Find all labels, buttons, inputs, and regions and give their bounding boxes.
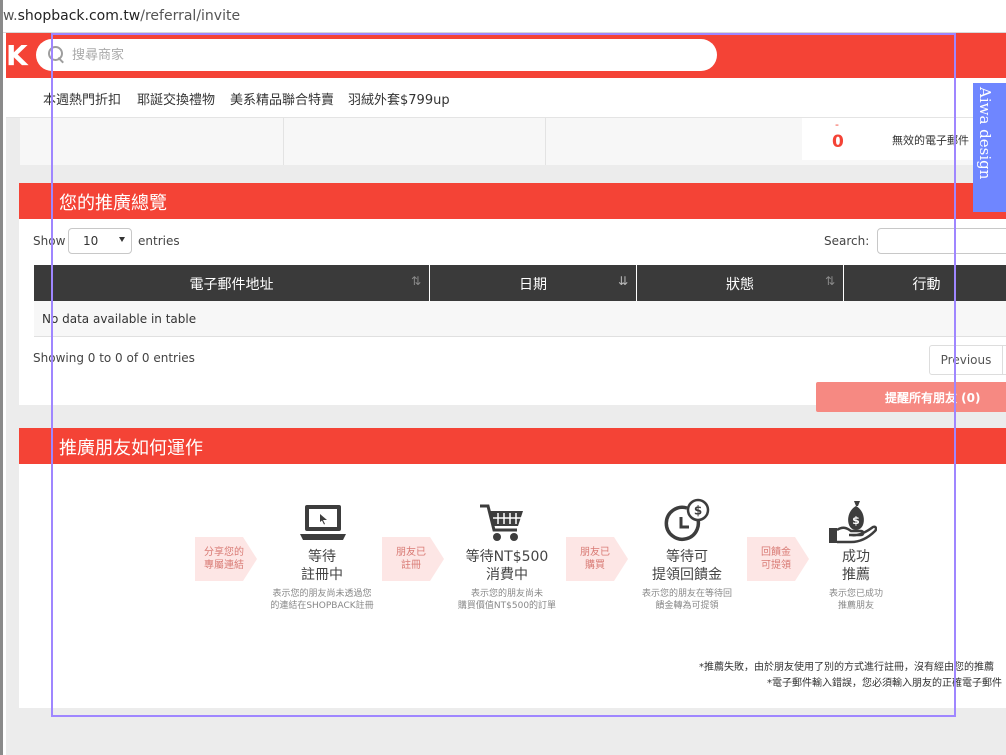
referral-overview-panel: 您的推廣總覽 Show 10 entries Search: 電子郵件地址 ⇅ 日… <box>19 183 1006 412</box>
step-success: 成功 推薦 表示您已成功 推薦朋友 <box>828 549 883 611</box>
flow-arrow: 分享您的 專屬連結 <box>195 537 259 581</box>
flow-arrow: 朋友已 註冊 <box>382 537 446 581</box>
show-label: Show <box>33 234 66 248</box>
search-input[interactable] <box>72 44 692 66</box>
sort-icon: ⇅ <box>824 274 835 288</box>
web-page: K 本週熱門折扣 耶誕交換禮物 美系精品聯合特賣 羽絨外套$799up - 0 … <box>6 33 1006 755</box>
column-date[interactable]: 日期 ⇊ <box>430 265 637 301</box>
step-waiting-withdrawable: 等待可 提領回饋金 表示您的朋友在等待回 饋金轉為可提領 <box>641 549 732 611</box>
nav-item-weekly-deals[interactable]: 本週熱門折扣 <box>43 89 121 108</box>
promo-nav: 本週熱門折扣 耶誕交換禮物 美系精品聯合特賣 羽絨外套$799up <box>6 78 1006 118</box>
remind-all-friends-button[interactable]: 提醒所有朋友 (0) <box>816 382 1006 412</box>
laptop-icon <box>300 505 346 540</box>
table-search-label: Search: <box>824 234 870 248</box>
svg-text:$: $ <box>694 504 702 518</box>
stat-marker: - <box>835 118 839 131</box>
table-info: Showing 0 to 0 of 0 entries <box>33 351 195 365</box>
note-email-error: *電子郵件輸入錯誤，您必須輸入朋友的正確電子郵件 <box>767 678 1002 689</box>
step-waiting-purchase: 等待NT$500 消費中 表示您的朋友尚未 購買價值NT$500的訂單 <box>457 549 557 611</box>
table-search-input[interactable] <box>877 228 1006 254</box>
step-waiting-register: 等待 註冊中 表示您的朋友尚未透過您 的連結在SHOPBACK註冊 <box>270 549 374 611</box>
sort-icon: ⇅ <box>410 274 421 288</box>
site-logo[interactable]: K <box>6 39 28 72</box>
flow-arrow: 朋友已 購買 <box>566 537 630 581</box>
nav-item-xmas-gifts[interactable]: 耶誕交換禮物 <box>137 89 215 108</box>
site-header: K <box>6 33 1006 78</box>
stats-column <box>284 118 546 165</box>
entries-label: entries <box>138 234 180 248</box>
column-status[interactable]: 狀態 ⇅ <box>637 265 844 301</box>
how-it-works-title: 推廣朋友如何運作 <box>19 428 1006 464</box>
address-bar[interactable]: w.shopback.com.tw/referral/invite <box>3 0 1006 33</box>
money-bag-hand-icon: $ <box>829 501 877 544</box>
column-email[interactable]: 電子郵件地址 ⇅ <box>34 265 430 301</box>
invalid-email-label: 無效的電子郵件 <box>892 134 969 147</box>
page-length-select[interactable]: 10 <box>68 228 132 254</box>
aiwa-design-tab[interactable]: Aiwa design <box>973 83 1006 212</box>
note-referral-failed: *推薦失敗，由於朋友使用了別的方式進行註冊，沒有經由您的推薦 <box>699 662 994 673</box>
how-it-works-panel: 推廣朋友如何運作 分享您的專屬連結 朋友已註冊 朋友已購買 回饋金可提領 <box>19 428 1006 708</box>
nav-item-us-luxury-sale[interactable]: 美系精品聯合特賣 <box>230 89 334 108</box>
search-icon <box>48 46 65 63</box>
browser-window: w.shopback.com.tw/referral/invite K 本週熱門… <box>0 0 1006 755</box>
address-url[interactable]: w.shopback.com.tw/referral/invite <box>3 8 240 24</box>
sort-desc-icon: ⇊ <box>617 274 628 288</box>
clock-money-icon: $ <box>664 498 710 542</box>
flow-arrow: 回饋金 可提領 <box>747 537 811 581</box>
chevron-down-icon <box>119 237 125 242</box>
referral-table-header: 電子郵件地址 ⇅ 日期 ⇊ 狀態 ⇅ 行動 <box>34 265 1006 301</box>
stats-strip: - 0 無效的電子郵件 <box>20 118 1006 165</box>
table-empty-row: No data available in table <box>34 301 1006 337</box>
shopping-cart-icon <box>480 504 523 541</box>
nav-item-down-jackets[interactable]: 羽絨外套$799up <box>348 89 450 108</box>
overview-title: 您的推廣總覽 <box>19 183 1006 219</box>
previous-page-button[interactable]: Previous <box>929 345 1003 375</box>
svg-text:$: $ <box>852 514 860 527</box>
column-action[interactable]: 行動 <box>844 265 1006 301</box>
stats-column <box>20 118 284 165</box>
search-bar[interactable] <box>36 39 717 71</box>
invalid-email-count: 0 <box>832 132 844 152</box>
